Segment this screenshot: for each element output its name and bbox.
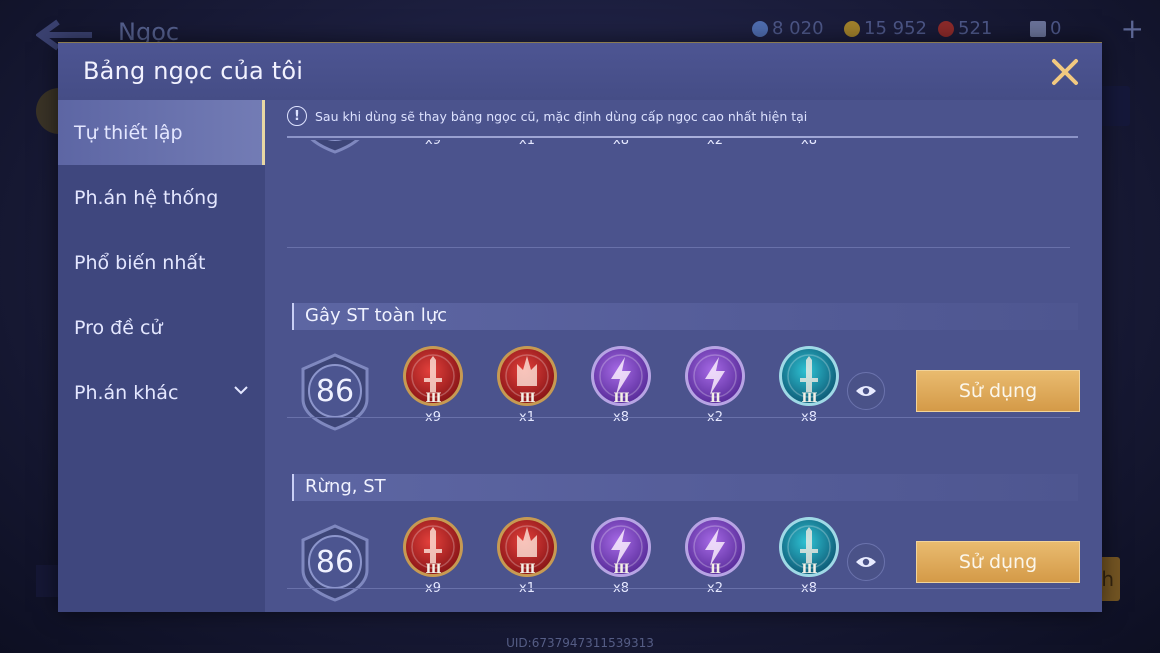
background-left-bar xyxy=(36,565,60,597)
gem-slot[interactable]: III x1 xyxy=(495,515,559,596)
add-currency-button[interactable]: + xyxy=(1121,12,1144,45)
gem-tier: III xyxy=(801,562,817,577)
background-side-button xyxy=(1100,86,1130,126)
divider xyxy=(287,136,1078,138)
rune-page-row: 86 III x9 III x1 III x8 II x2 III x8 Sử dụng xyxy=(287,341,1080,441)
gem-slot[interactable]: III x8 xyxy=(589,344,653,425)
divider xyxy=(287,417,1070,418)
gem-tier: III xyxy=(613,391,629,406)
preview-button[interactable] xyxy=(847,100,885,133)
gem-slot[interactable]: III x8 xyxy=(777,344,841,425)
level-number: 86 xyxy=(315,545,355,580)
eye-icon xyxy=(856,557,876,567)
warning-icon: ! xyxy=(287,106,307,126)
currency-red-gem: 521 xyxy=(938,18,992,39)
sidebar-item-other[interactable]: Ph.án khác xyxy=(58,360,265,425)
gem-tier: III xyxy=(425,391,441,406)
gem-tier: III xyxy=(519,562,535,577)
currency-voucher: 0 xyxy=(1030,18,1061,39)
gem-slot[interactable]: III x1 xyxy=(495,344,559,425)
rune-page-dialog: Bảng ngọc của tôi Tự thiết lập Ph.án hệ … xyxy=(58,42,1102,612)
use-button[interactable]: Sử dụng xyxy=(916,370,1080,412)
in-use-button[interactable]: Đang dùng xyxy=(916,100,1080,135)
eye-icon xyxy=(856,386,876,396)
eye-icon xyxy=(855,107,877,121)
level-number: 86 xyxy=(315,374,355,409)
gem-tier: III xyxy=(801,391,817,406)
gem-tier: III xyxy=(425,562,441,577)
sidebar: Tự thiết lập Ph.án hệ thống Phổ biến nhấ… xyxy=(58,100,265,612)
sidebar-item-label: Tự thiết lập xyxy=(74,121,183,144)
sidebar-item-custom[interactable]: Tự thiết lập xyxy=(58,100,265,165)
sidebar-item-label: Ph.án hệ thống xyxy=(74,186,219,209)
sidebar-item-label: Ph.án khác xyxy=(74,381,179,404)
sidebar-item-popular[interactable]: Phổ biến nhất xyxy=(58,230,265,295)
sidebar-item-label: Pro đề cử xyxy=(74,316,163,339)
rune-page-name-bar: Gây ST toàn lực xyxy=(292,303,1078,330)
close-button[interactable] xyxy=(1048,55,1082,89)
notice-text: Sau khi dùng sẽ thay bảng ngọc cũ, mặc đ… xyxy=(315,108,808,124)
divider xyxy=(287,247,1070,248)
gem-slot[interactable]: III x9 xyxy=(401,515,465,596)
gem-slot[interactable]: III x8 xyxy=(589,515,653,596)
gem-tier: II xyxy=(709,562,721,577)
preview-button[interactable] xyxy=(847,372,885,410)
gem-slot[interactable]: III x8 xyxy=(777,515,841,596)
sidebar-item-label: Phổ biến nhất xyxy=(74,251,206,274)
notice: ! Sau khi dùng sẽ thay bảng ngọc cũ, mặc… xyxy=(287,106,807,126)
close-icon xyxy=(1052,59,1078,85)
currency-blue-gem: 8 020 xyxy=(752,18,824,39)
red-gem-icon xyxy=(938,20,954,37)
sidebar-item-system[interactable]: Ph.án hệ thống xyxy=(58,165,265,230)
chevron-down-icon xyxy=(234,386,248,395)
rune-page-name: Rừng, ST xyxy=(305,476,386,497)
preview-button[interactable] xyxy=(847,543,885,581)
dialog-header: Bảng ngọc của tôi xyxy=(58,43,1102,100)
gem-slot[interactable]: II x2 xyxy=(683,344,747,425)
blue-gem-icon xyxy=(752,20,768,37)
gold-coin-icon xyxy=(844,20,860,37)
gem-slot[interactable]: III x9 xyxy=(401,344,465,425)
rune-page-list[interactable]: ! Sau khi dùng sẽ thay bảng ngọc cũ, mặc… xyxy=(265,100,1102,612)
voucher-icon xyxy=(1030,20,1046,37)
rune-page-name-bar: Rừng, ST xyxy=(292,474,1078,501)
sidebar-item-pro[interactable]: Pro đề cử xyxy=(58,295,265,360)
divider xyxy=(287,588,1070,589)
rune-page-row: 86 III x9 III x1 III x8 II x2 III x8 Sử dụng xyxy=(287,512,1080,612)
gem-tier: II xyxy=(709,391,721,406)
uid-label: UID:6737947311539313 xyxy=(506,636,654,650)
gem-tier: III xyxy=(519,391,535,406)
currency-gold: 15 952 xyxy=(844,18,927,39)
gem-slot[interactable]: II x2 xyxy=(683,515,747,596)
rune-page-name: Gây ST toàn lực xyxy=(305,305,448,326)
use-button[interactable]: Sử dụng xyxy=(916,541,1080,583)
gem-tier: III xyxy=(613,562,629,577)
dialog-title: Bảng ngọc của tôi xyxy=(83,57,304,85)
